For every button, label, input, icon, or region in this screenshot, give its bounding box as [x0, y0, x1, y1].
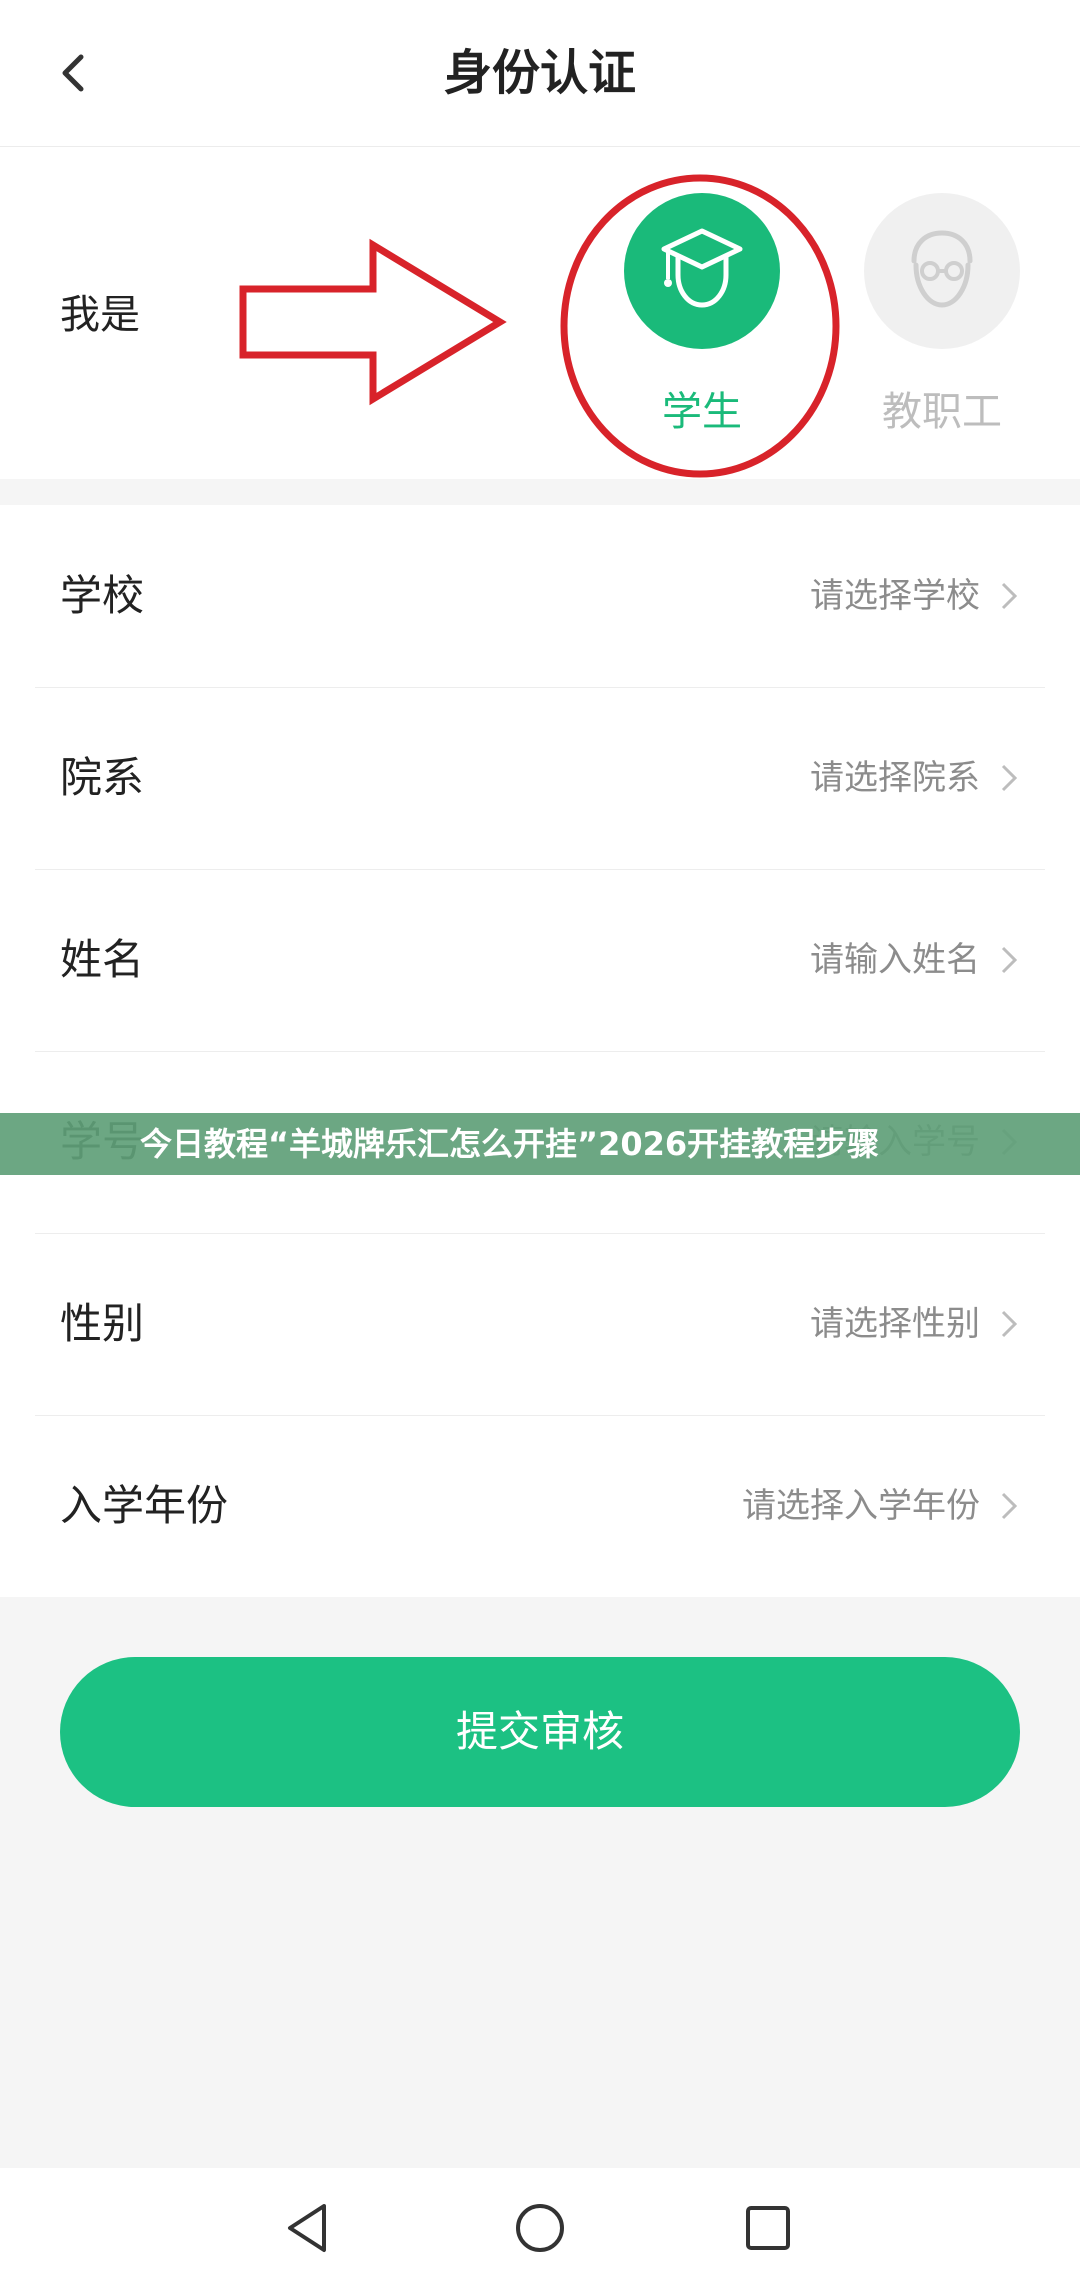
- overlay-banner: 今日教程“羊城牌乐汇怎么开挂”2026开挂教程步骤: [0, 1113, 1080, 1175]
- chevron-right-icon: [1001, 1310, 1018, 1338]
- identity-label: 我是: [60, 292, 140, 338]
- staff-avatar: [864, 193, 1020, 349]
- gender-label: 性别: [60, 1299, 145, 1348]
- name-label: 姓名: [60, 935, 145, 984]
- school-field[interactable]: 请选择学校: [810, 505, 980, 687]
- chevron-right-icon: [1001, 946, 1018, 974]
- school-label: 学校: [60, 571, 145, 620]
- identity-selector: 我是 学生 教职工: [0, 147, 1080, 479]
- gender-field[interactable]: 请选择性别: [810, 1233, 980, 1415]
- chevron-right-icon: [1001, 582, 1018, 610]
- form-row-school[interactable]: 学校 请选择学校: [35, 505, 1045, 688]
- chevron-right-icon: [1001, 1492, 1018, 1520]
- enrollment-year-label: 入学年份: [60, 1481, 229, 1530]
- role-staff[interactable]: 教职工: [852, 193, 1032, 437]
- nav-back-icon[interactable]: [276, 2196, 340, 2260]
- header: 身份认证: [0, 0, 1080, 147]
- form-row-department[interactable]: 院系 请选择院系: [35, 687, 1045, 870]
- red-arrow-annotation: [239, 238, 507, 406]
- submit-button[interactable]: 提交审核: [60, 1657, 1020, 1807]
- name-field[interactable]: 请输入姓名: [810, 869, 980, 1051]
- nav-home-icon[interactable]: [508, 2196, 572, 2260]
- page-title: 身份认证: [443, 45, 636, 101]
- chevron-right-icon: [1001, 764, 1018, 792]
- system-nav-bar: [0, 2168, 1080, 2288]
- nav-recent-apps-icon[interactable]: [736, 2196, 800, 2260]
- department-field[interactable]: 请选择院系: [810, 687, 980, 869]
- form-row-name[interactable]: 姓名 请输入姓名: [35, 869, 1045, 1052]
- red-circle-annotation: [560, 174, 840, 478]
- role-staff-label: 教职工: [882, 389, 1002, 435]
- form-row-gender[interactable]: 性别 请选择性别: [35, 1233, 1045, 1416]
- teacher-icon: [911, 230, 973, 308]
- enrollment-year-field[interactable]: 请选择入学年份: [742, 1415, 980, 1597]
- identity-form: 学校 请选择学校 院系 请选择院系 姓名 请输入姓名 学号 请输入学号 性别 请…: [0, 505, 1080, 1597]
- form-row-enrollment-year[interactable]: 入学年份 请选择入学年份: [35, 1415, 1045, 1597]
- department-label: 院系: [60, 753, 145, 802]
